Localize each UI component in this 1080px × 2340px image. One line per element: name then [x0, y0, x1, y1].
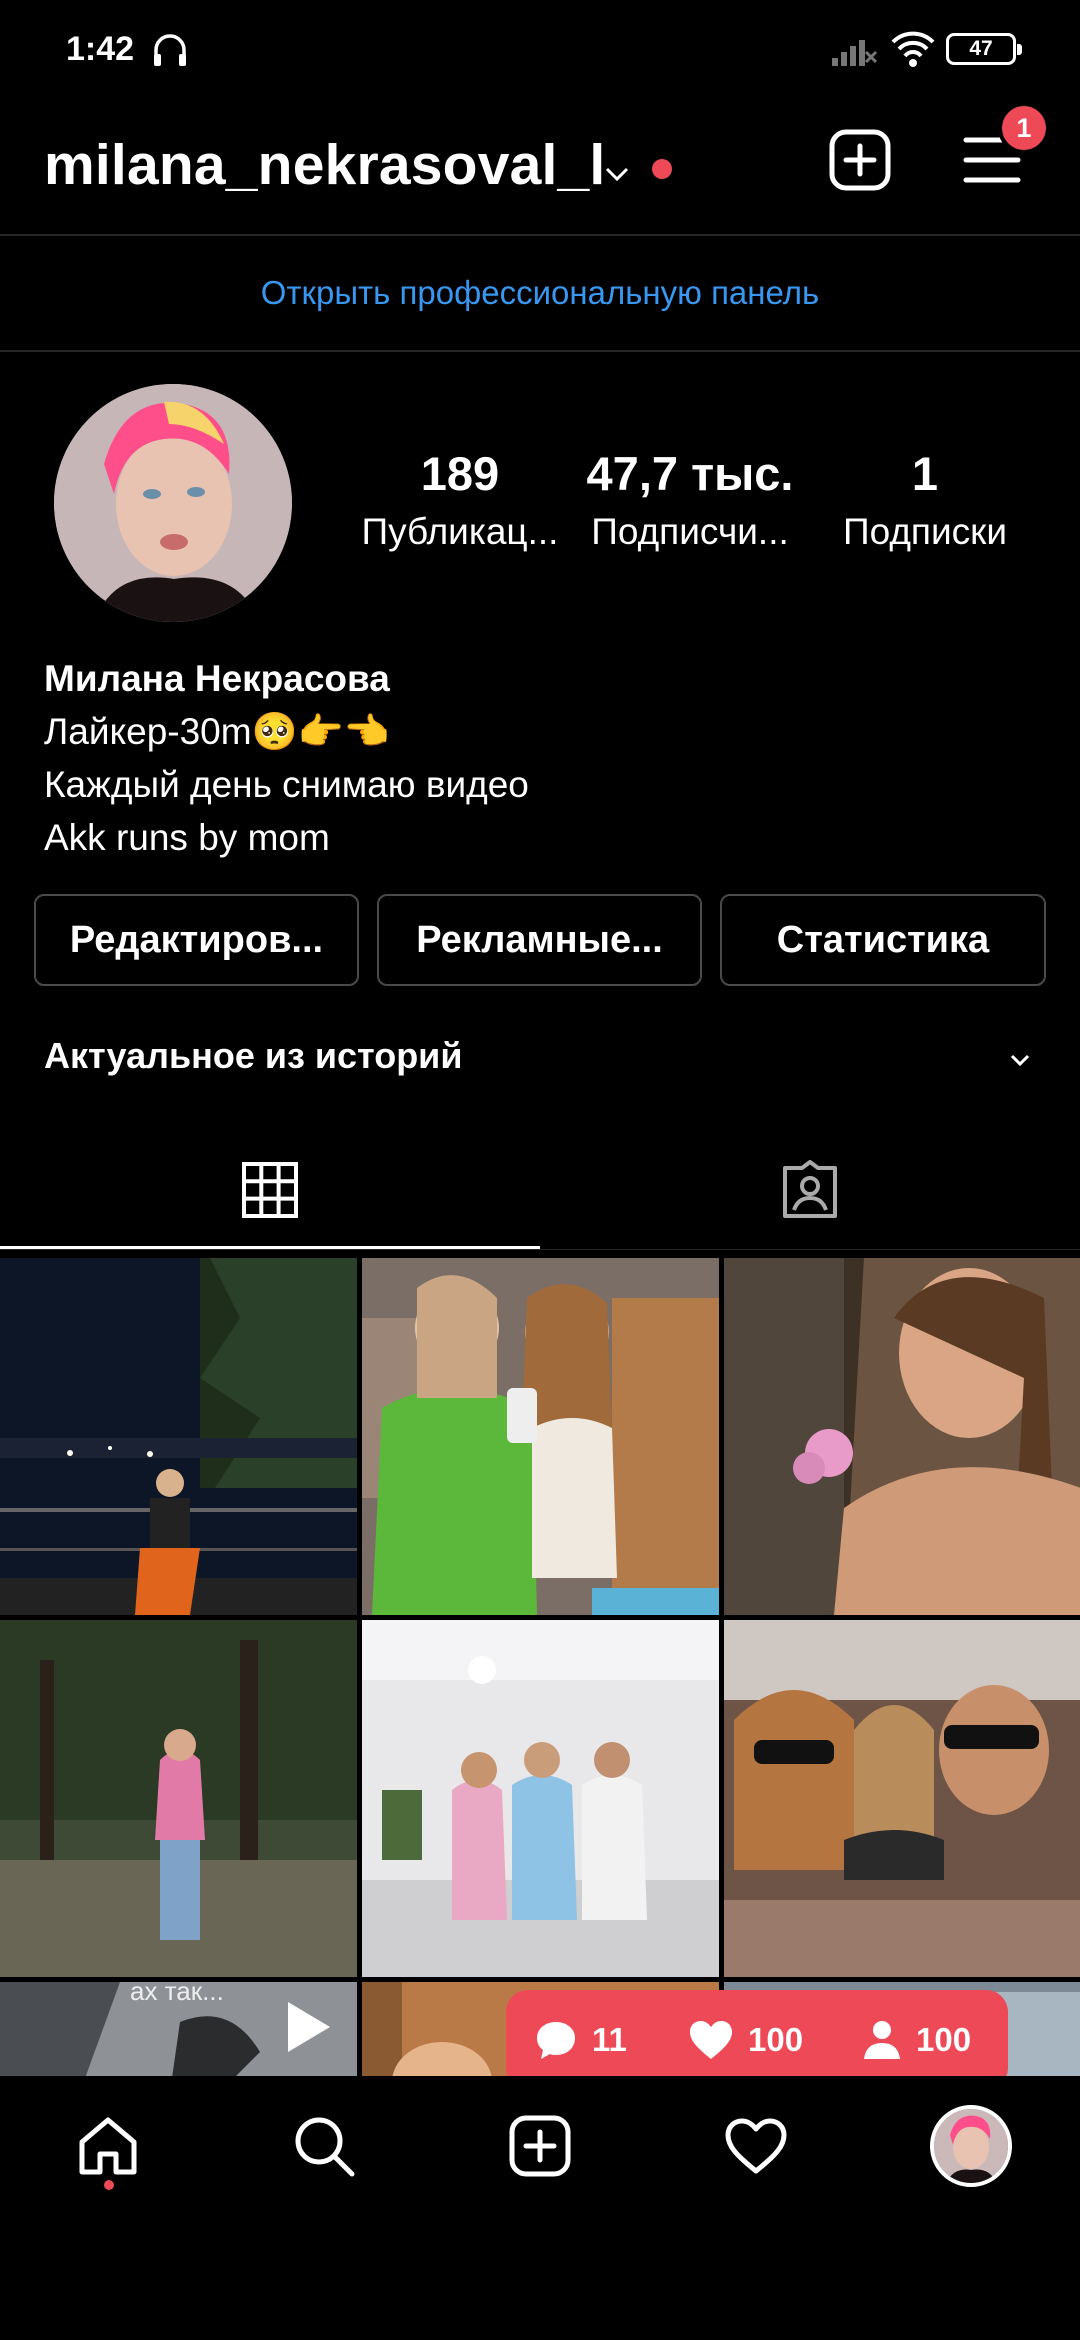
status-time: 1:42 — [66, 30, 135, 68]
system-gesture-area — [0, 2216, 1080, 2340]
stat-label: Подписки — [842, 511, 1007, 552]
promotions-button[interactable]: Рекламные... — [377, 894, 702, 986]
stat-posts[interactable]: 189 Публикац... — [340, 446, 580, 553]
new-post-icon[interactable] — [828, 128, 892, 192]
user-icon — [864, 2021, 900, 2059]
chevron-down-icon[interactable] — [600, 156, 634, 190]
grid-icon — [242, 1162, 298, 1218]
post-caption-overlay: ах так... — [130, 1982, 224, 2006]
nav-activity[interactable] — [720, 2110, 792, 2182]
wifi-icon — [891, 31, 935, 67]
new-activity-dot — [652, 159, 672, 179]
nav-profile-avatar[interactable] — [930, 2105, 1012, 2187]
signal-icon — [832, 40, 878, 66]
comments-activity: 11 — [534, 1990, 627, 2090]
post-thumbnail[interactable] — [724, 1258, 1080, 1615]
tagged-user-icon — [783, 1160, 837, 1218]
divider — [0, 350, 1080, 352]
bio-line: Akk runs by mom — [44, 817, 330, 858]
edit-profile-button[interactable]: Редактиров... — [34, 894, 359, 986]
stat-label: Подписчи... — [591, 511, 789, 552]
chevron-down-icon[interactable] — [1004, 1044, 1036, 1076]
stat-followers[interactable]: 47,7 тыс. Подписчи... — [580, 446, 800, 553]
bio-line: Каждый день снимаю видео — [44, 764, 529, 805]
profile-bio: Милана Некрасова Лайкер-30m🥺👉👈 Каждый де… — [44, 652, 529, 864]
profile-full-name: Милана Некрасова — [44, 658, 390, 699]
tab-tagged[interactable] — [540, 1130, 1080, 1250]
nav-home[interactable] — [72, 2110, 144, 2182]
nav-create[interactable] — [504, 2110, 576, 2182]
professional-dashboard-link[interactable]: Открыть профессиональную панель — [0, 236, 1080, 350]
stat-value: 1 — [911, 447, 939, 500]
likes-activity: 100 — [688, 1990, 803, 2090]
search-icon — [295, 2117, 355, 2177]
comments-count: 11 — [592, 2021, 627, 2058]
stat-value: 47,7 тыс. — [586, 447, 794, 500]
followers-activity: 100 — [862, 1990, 971, 2090]
post-thumbnail[interactable] — [362, 1258, 719, 1615]
menu-notification-badge: 1 — [998, 102, 1050, 154]
add-post-icon — [509, 2115, 571, 2177]
post-thumbnail[interactable] — [0, 1620, 357, 1977]
stat-following[interactable]: 1 Подписки — [830, 446, 1020, 553]
home-active-dot — [104, 2180, 114, 2190]
profile-header: milana_nekrasoval_l 1 — [0, 102, 1080, 230]
likes-count: 100 — [748, 2021, 804, 2058]
tab-posts-grid[interactable] — [0, 1130, 540, 1250]
insights-button[interactable]: Статистика — [720, 894, 1046, 986]
stat-value: 189 — [420, 447, 500, 500]
bio-line: Лайкер-30m🥺👉👈 — [44, 711, 390, 752]
heart-outline-icon — [725, 2118, 787, 2174]
account-switcher[interactable]: milana_nekrasoval_l — [44, 132, 605, 198]
activity-notification-bubble[interactable]: 11 100 100 — [506, 1990, 1008, 2110]
bottom-navigation — [0, 2076, 1080, 2216]
comment-icon — [537, 2022, 575, 2059]
divider — [0, 1249, 1080, 1250]
status-bar: 1:42 47 — [0, 0, 1080, 100]
post-thumbnail[interactable] — [0, 1258, 357, 1615]
home-icon — [79, 2117, 137, 2175]
headphones-icon — [154, 34, 186, 66]
nav-search[interactable] — [288, 2110, 360, 2182]
battery-indicator: 47 — [946, 33, 1022, 65]
post-thumbnail[interactable] — [724, 1620, 1080, 1977]
followers-count: 100 — [916, 2021, 972, 2058]
post-thumbnail[interactable] — [362, 1620, 719, 1977]
stat-label: Публикац... — [361, 511, 559, 552]
heart-icon — [690, 2021, 732, 2059]
profile-avatar[interactable] — [54, 384, 292, 622]
story-highlights-label[interactable]: Актуальное из историй — [44, 1035, 462, 1077]
